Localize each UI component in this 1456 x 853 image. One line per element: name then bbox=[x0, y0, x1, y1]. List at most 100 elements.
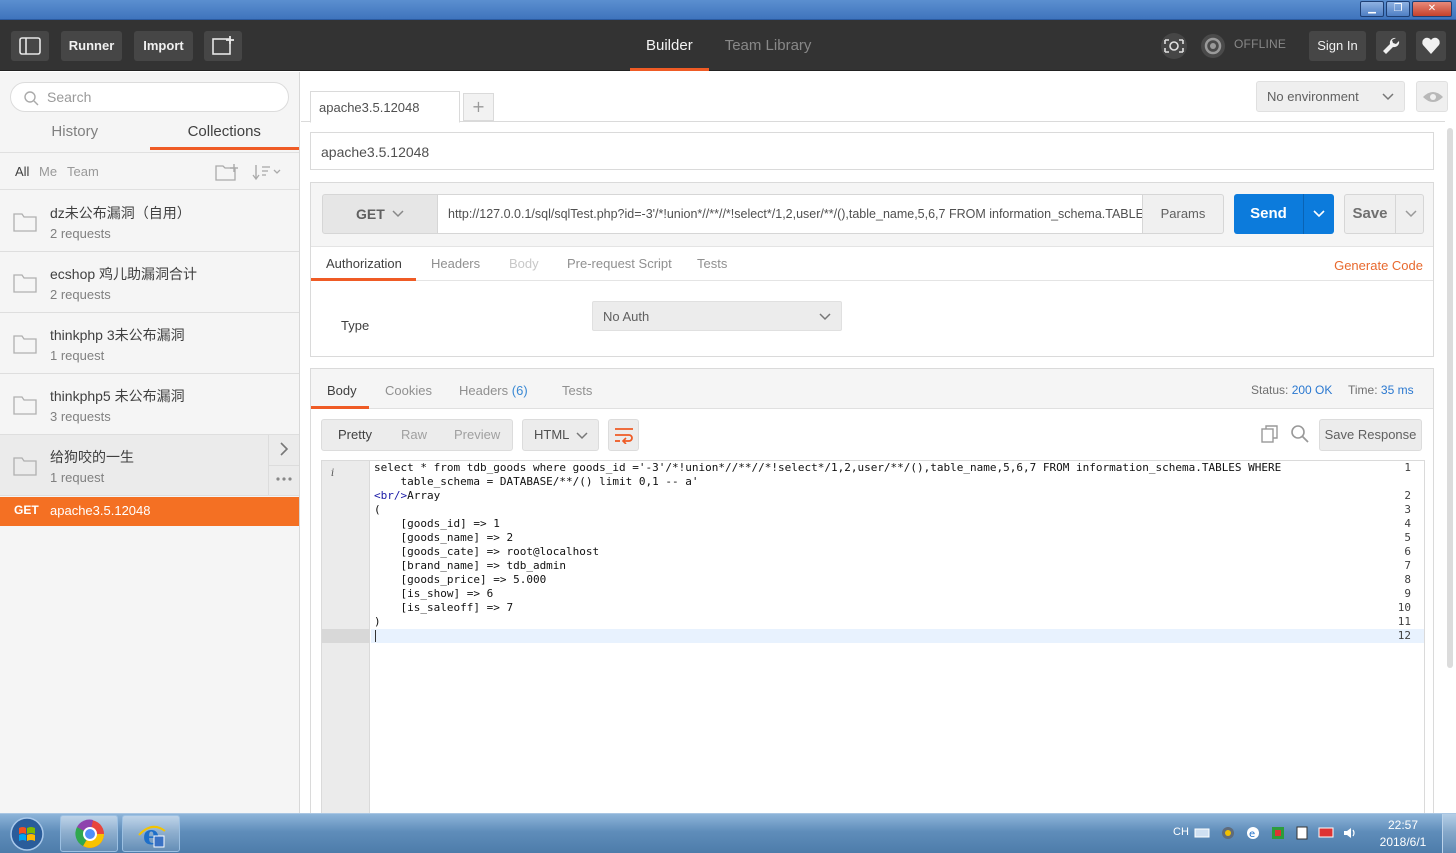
tab-authorization[interactable]: Authorization bbox=[326, 256, 402, 271]
save-button[interactable]: Save bbox=[1344, 194, 1424, 234]
import-button[interactable]: Import bbox=[134, 31, 193, 61]
collection-count: 2 requests bbox=[50, 226, 111, 241]
auth-type-select[interactable]: No Auth bbox=[592, 301, 842, 331]
collection-item[interactable]: thinkphp5 未公布漏洞 3 requests bbox=[0, 374, 299, 435]
generate-code-link[interactable]: Generate Code bbox=[1334, 258, 1423, 273]
tray-monitor-icon[interactable] bbox=[1318, 825, 1334, 841]
keyboard-icon[interactable] bbox=[1194, 827, 1210, 839]
sort-icon[interactable] bbox=[252, 163, 284, 181]
request-name-field[interactable]: apache3.5.12048 bbox=[310, 132, 1434, 170]
tab-response-tests[interactable]: Tests bbox=[562, 383, 592, 398]
pretty-button[interactable]: Pretty bbox=[338, 427, 372, 442]
request-tab[interactable]: apache3.5.12048 bbox=[310, 91, 460, 123]
new-collection-icon[interactable] bbox=[214, 162, 240, 182]
chevron-right-icon[interactable] bbox=[277, 441, 291, 457]
settings-button[interactable] bbox=[1376, 31, 1406, 61]
restore-button[interactable]: ❐ bbox=[1386, 1, 1410, 17]
chevron-down-icon bbox=[392, 210, 404, 218]
collection-item[interactable]: thinkphp 3未公布漏洞 1 request bbox=[0, 313, 299, 374]
taskbar-clock[interactable]: 22:57 2018/6/1 bbox=[1370, 817, 1436, 851]
new-window-button[interactable] bbox=[204, 31, 242, 61]
collection-name: ecshop 鸡儿助漏洞合计 bbox=[50, 266, 198, 282]
tab-response-body[interactable]: Body bbox=[327, 383, 357, 398]
send-options-button[interactable] bbox=[1303, 194, 1334, 234]
support-button[interactable] bbox=[1416, 31, 1446, 61]
tray-network-icon[interactable] bbox=[1220, 825, 1236, 841]
url-bar: GET http://127.0.0.1/sql/sqlTest.php?id=… bbox=[311, 183, 1433, 247]
wrap-lines-button[interactable] bbox=[608, 419, 639, 451]
url-input[interactable]: http://127.0.0.1/sql/sqlTest.php?id=-3'/… bbox=[437, 194, 1143, 234]
view-mode-group: Pretty Raw Preview bbox=[321, 419, 513, 451]
taskbar-app[interactable] bbox=[60, 815, 118, 852]
chevron-down-icon bbox=[819, 313, 831, 321]
filter-me[interactable]: Me bbox=[39, 164, 57, 179]
minimize-button[interactable]: ▁ bbox=[1360, 1, 1384, 17]
response-body-editor[interactable]: i 1 select * from tdb_goods where goods_… bbox=[321, 460, 1425, 820]
code-line: select * from tdb_goods where goods_id =… bbox=[374, 461, 1282, 474]
save-label: Save bbox=[1352, 205, 1388, 222]
sidebar-toggle-button[interactable] bbox=[11, 31, 49, 61]
collection-item[interactable]: dz未公布漏洞（自用） 2 requests bbox=[0, 191, 299, 252]
runner-button[interactable]: Runner bbox=[61, 31, 122, 61]
more-options-icon[interactable] bbox=[275, 475, 293, 483]
folder-icon bbox=[13, 274, 37, 293]
response-panel: Body Cookies Headers (6) Tests Status: 2… bbox=[310, 368, 1434, 828]
save-options-button[interactable] bbox=[1395, 195, 1424, 233]
tab-tests[interactable]: Tests bbox=[697, 256, 727, 271]
collection-item[interactable]: 给狗咬的一生 1 request bbox=[0, 435, 299, 496]
tab-headers[interactable]: Headers bbox=[431, 256, 480, 271]
main-scrollbar[interactable] bbox=[1447, 128, 1453, 668]
chevron-down-icon bbox=[1405, 210, 1417, 218]
filter-all[interactable]: All bbox=[15, 164, 29, 179]
save-response-button[interactable]: Save Response bbox=[1319, 419, 1422, 451]
tray-ie-icon[interactable]: e bbox=[1245, 825, 1261, 841]
line-number: 1 bbox=[1404, 461, 1411, 474]
tab-body[interactable]: Body bbox=[509, 256, 539, 271]
method-select[interactable]: GET bbox=[322, 194, 438, 234]
sidebar-toggle-icon bbox=[19, 37, 41, 55]
format-select[interactable]: HTML bbox=[522, 419, 599, 451]
add-tab-button[interactable]: + bbox=[463, 93, 494, 121]
code-line: [goods_id] => 1 bbox=[374, 517, 500, 530]
send-button[interactable]: Send bbox=[1234, 194, 1334, 234]
interceptor-icon[interactable] bbox=[1157, 31, 1191, 61]
environment-quick-look-button[interactable] bbox=[1416, 81, 1448, 112]
method-value: GET bbox=[356, 206, 385, 222]
show-desktop-button[interactable] bbox=[1442, 814, 1456, 853]
collection-name: thinkphp5 未公布漏洞 bbox=[50, 388, 185, 404]
volume-icon[interactable] bbox=[1342, 825, 1358, 841]
tab-response-cookies[interactable]: Cookies bbox=[385, 383, 432, 398]
sync-status-icon[interactable] bbox=[1197, 31, 1229, 61]
close-button[interactable]: ✕ bbox=[1412, 1, 1452, 17]
raw-button[interactable]: Raw bbox=[401, 427, 427, 442]
code-line: [goods_name] => 2 bbox=[374, 531, 514, 544]
tab-collections[interactable]: Collections bbox=[149, 118, 299, 150]
preview-button[interactable]: Preview bbox=[454, 427, 500, 442]
environment-select[interactable]: No environment bbox=[1256, 81, 1405, 112]
tab-team-library[interactable]: Team Library bbox=[709, 20, 828, 71]
sign-in-button[interactable]: Sign In bbox=[1309, 31, 1366, 61]
collection-filter-row: All Me Team bbox=[0, 152, 299, 190]
headers-label: Headers bbox=[459, 383, 509, 398]
request-method-badge: GET bbox=[14, 503, 39, 517]
line-number: 4 bbox=[1404, 517, 1411, 530]
input-language[interactable]: CH bbox=[1173, 826, 1189, 838]
taskbar-app[interactable]: e bbox=[122, 815, 180, 852]
search-input[interactable]: Search bbox=[10, 82, 289, 112]
filter-team[interactable]: Team bbox=[67, 164, 99, 179]
clock-date: 2018/6/1 bbox=[1379, 835, 1427, 849]
copy-icon[interactable] bbox=[1260, 424, 1280, 444]
internet-explorer-icon: e bbox=[138, 821, 166, 849]
collection-item[interactable]: ecshop 鸡儿助漏洞合计 2 requests bbox=[0, 252, 299, 313]
tray-security-icon[interactable] bbox=[1270, 825, 1286, 841]
sidebar-request-item[interactable]: GET apache3.5.12048 bbox=[0, 497, 299, 526]
search-icon[interactable] bbox=[1290, 424, 1310, 444]
tray-device-icon[interactable] bbox=[1294, 825, 1310, 841]
params-button[interactable]: Params bbox=[1142, 194, 1224, 234]
tab-history[interactable]: History bbox=[0, 118, 150, 150]
start-button-icon[interactable] bbox=[5, 815, 45, 853]
tab-response-headers[interactable]: Headers (6) bbox=[459, 383, 528, 398]
tab-builder[interactable]: Builder bbox=[630, 20, 709, 71]
collection-count: 1 request bbox=[50, 348, 105, 363]
tab-pre-request-script[interactable]: Pre-request Script bbox=[567, 256, 672, 271]
